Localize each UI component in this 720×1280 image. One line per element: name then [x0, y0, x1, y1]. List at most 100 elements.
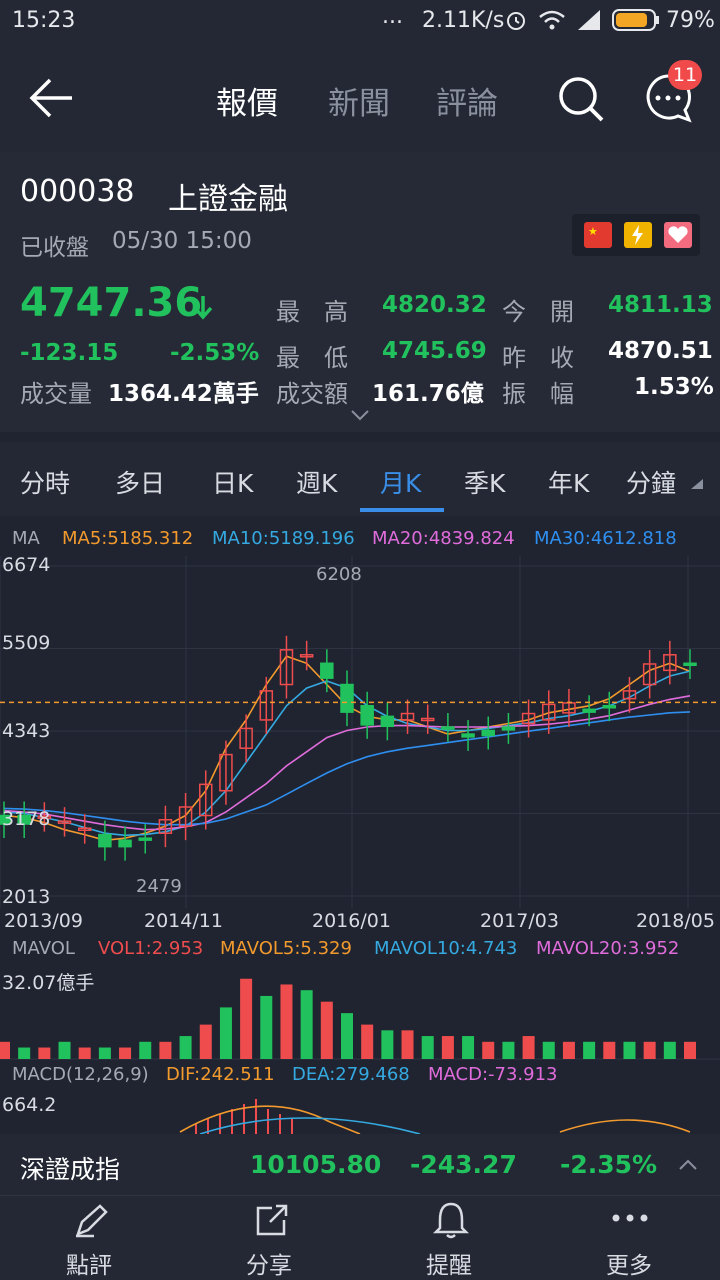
bell-icon — [432, 1202, 470, 1239]
quote-datetime: 05/30 15:00 — [112, 228, 252, 254]
macd-legend-dea: DEA:279.468 — [292, 1064, 410, 1085]
dropdown-triangle-icon[interactable] — [690, 478, 704, 490]
share-label: 分享 — [246, 1253, 292, 1279]
volume-bar — [542, 1041, 555, 1059]
alert-button[interactable]: 提醒 — [400, 1198, 500, 1279]
stock-name: 上證金融 — [168, 182, 288, 217]
svg-text:★: ★ — [588, 225, 598, 238]
status-bar: 15:23 ... 2.11K/s 79% — [0, 0, 720, 40]
volume-chart[interactable] — [0, 966, 720, 1060]
candle — [320, 662, 334, 679]
comment-label: 點評 — [66, 1253, 112, 1279]
volume-bar — [280, 984, 293, 1059]
period-tab-monthly[interactable]: 月K — [380, 464, 421, 500]
alert-label: 提醒 — [426, 1253, 472, 1279]
active-tab-indicator — [360, 508, 444, 512]
ma-legend-ma10: MA10:5189.196 — [212, 528, 355, 549]
macd-legend-dif: DIF:242.511 — [166, 1064, 275, 1085]
volume-bar — [260, 995, 273, 1059]
period-tab-yearly[interactable]: 年K — [548, 464, 589, 500]
mavol-legend-label: MAVOL — [12, 938, 75, 959]
network-speed: 2.11K/s — [422, 8, 505, 33]
x-tick-label: 2017/03 — [480, 910, 559, 932]
mavol-legend-vol1: VOL1:2.953 — [98, 938, 204, 959]
tab-quote[interactable]: 報價 — [216, 78, 278, 123]
period-tab-minute[interactable]: 分鐘 — [626, 464, 676, 500]
volume-bar — [38, 1047, 51, 1059]
y-tick-label: 3178 — [2, 808, 51, 830]
stock-code: 000038 — [20, 174, 135, 209]
volume-bar — [0, 1041, 10, 1059]
comment-button[interactable]: 點評 — [40, 1198, 140, 1279]
index-change-pct: -2.35% — [560, 1150, 658, 1179]
volume-bar — [18, 1047, 31, 1059]
index-value: 10105.80 — [250, 1150, 382, 1179]
volume-bar — [502, 1041, 515, 1059]
high-annotation: 6208 — [316, 564, 362, 585]
stat-value-low: 4745.69 — [382, 338, 487, 364]
volume-bar — [643, 1041, 656, 1059]
favorite-heart-icon[interactable] — [664, 222, 692, 248]
market-state: 已收盤 — [20, 235, 89, 261]
chevron-up-icon[interactable] — [678, 1158, 698, 1172]
x-tick-label: 2013/09 — [4, 910, 83, 932]
candlestick-chart[interactable] — [0, 556, 720, 908]
volume-bar — [381, 1030, 394, 1059]
volume-bar — [341, 1013, 353, 1059]
status-dots: ... — [382, 4, 403, 29]
volume-bar — [199, 1024, 212, 1059]
macd-max-label: 664.2 — [2, 1094, 57, 1116]
more-button[interactable]: 更多 — [580, 1198, 680, 1279]
share-button[interactable]: 分享 — [220, 1198, 320, 1279]
china-flag-icon: ★ — [584, 222, 612, 248]
candle — [340, 683, 354, 713]
period-tab-weekly[interactable]: 週K — [296, 464, 337, 500]
candle — [118, 839, 132, 848]
pen-icon — [75, 1204, 108, 1238]
tab-news[interactable]: 新聞 — [328, 78, 390, 123]
period-tab-quarterly[interactable]: 季K — [464, 464, 505, 500]
tab-comments[interactable]: 評論 — [436, 78, 498, 123]
period-tab-daily[interactable]: 日K — [212, 464, 253, 500]
x-tick-label: 2016/01 — [312, 910, 391, 932]
period-tabs — [0, 442, 720, 516]
ma-line-ma30 — [3, 711, 691, 826]
candle — [501, 726, 516, 731]
stat-label-low: 最 低 — [276, 344, 348, 372]
volume-bar — [462, 1036, 475, 1059]
volume-bar — [583, 1041, 596, 1059]
index-change: -243.27 — [410, 1150, 517, 1179]
signal-icon — [578, 10, 600, 30]
stat-value-open: 4811.13 — [608, 292, 713, 318]
volume-bar — [663, 1041, 676, 1059]
back-arrow-icon[interactable] — [28, 76, 76, 120]
candle — [602, 705, 617, 709]
share-icon — [256, 1204, 288, 1236]
expand-chevron-icon[interactable] — [349, 408, 371, 422]
volume-bar — [119, 1047, 132, 1059]
stat-label-prev-close: 昨 收 — [502, 344, 574, 372]
stat-value-amplitude: 1.53% — [634, 374, 714, 400]
y-tick-label: 4343 — [2, 720, 51, 742]
down-arrow-icon — [193, 296, 213, 320]
volume-bar — [320, 1001, 333, 1059]
volume-bar — [78, 1047, 91, 1059]
macd-chart[interactable] — [0, 1092, 720, 1134]
candle — [461, 733, 475, 738]
period-tab-intraday[interactable]: 分時 — [20, 464, 70, 500]
candle — [481, 729, 495, 737]
stat-value-turnover: 161.76億 — [372, 381, 484, 407]
volume-bar — [361, 1024, 374, 1059]
battery-icon — [612, 9, 659, 31]
y-tick-label: 6674 — [2, 554, 51, 576]
ma-legend-ma20: MA20:4839.824 — [372, 528, 515, 549]
more-label: 更多 — [606, 1253, 652, 1279]
stat-label-high: 最 高 — [276, 298, 348, 326]
period-tab-multiday[interactable]: 多日 — [115, 464, 165, 500]
volume-bar — [139, 1041, 152, 1059]
search-icon[interactable] — [556, 74, 606, 124]
ma-legend-label: MA — [12, 528, 40, 549]
candle — [138, 837, 152, 841]
ma-legend-ma5: MA5:5185.312 — [62, 528, 194, 549]
volume-bar — [522, 1036, 535, 1059]
